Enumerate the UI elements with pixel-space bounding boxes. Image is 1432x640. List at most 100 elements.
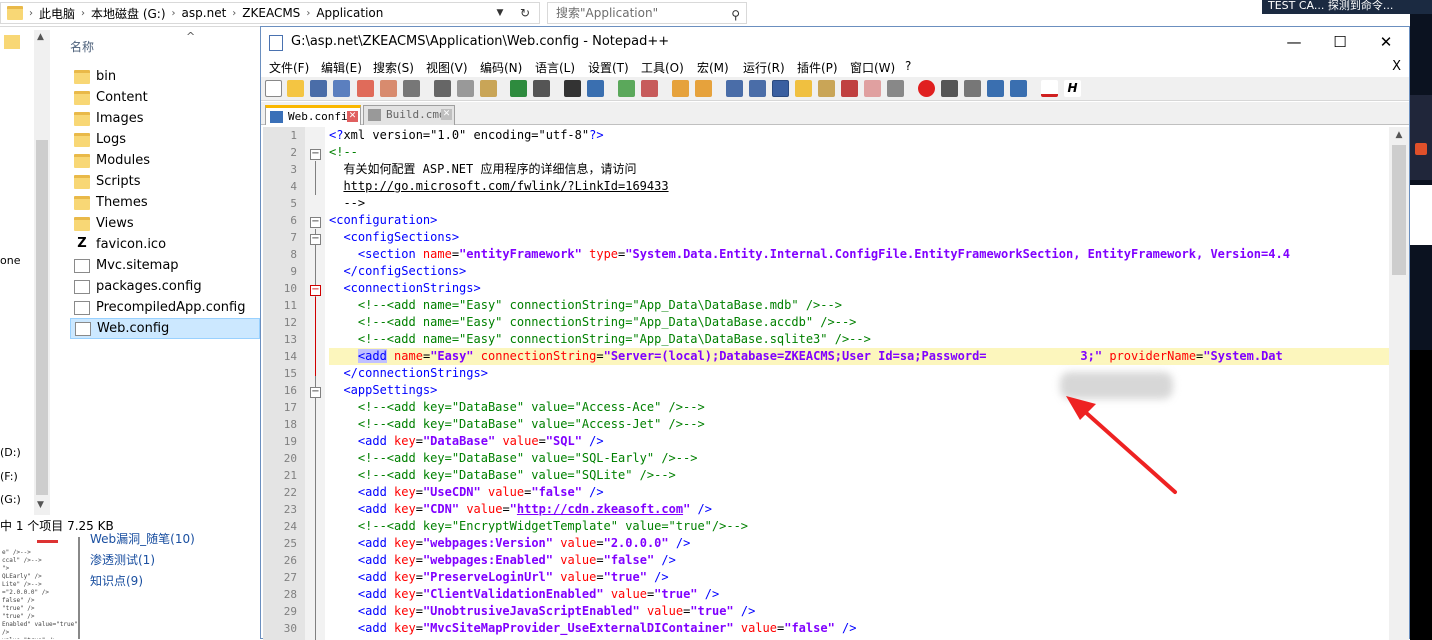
menu-run[interactable]: 运行(R) bbox=[743, 59, 785, 76]
code-line: <section name="entityFramework" type="Sy… bbox=[329, 247, 1290, 261]
search-input[interactable]: 搜索"Application" ⚲ bbox=[547, 2, 747, 24]
print-icon[interactable] bbox=[403, 80, 420, 97]
scrollbar-thumb[interactable] bbox=[36, 140, 48, 495]
close-all-icon[interactable] bbox=[380, 80, 397, 97]
copy-icon[interactable] bbox=[457, 80, 474, 97]
word-wrap-icon[interactable] bbox=[726, 80, 743, 97]
menu-plugins[interactable]: 插件(P) bbox=[797, 59, 838, 76]
tab-build-cmd[interactable]: Build.cmd ✕ bbox=[363, 105, 455, 125]
list-item[interactable]: Views bbox=[70, 213, 260, 234]
function-list-icon[interactable] bbox=[841, 80, 858, 97]
refresh-icon[interactable]: ↻ bbox=[512, 3, 538, 23]
category-link[interactable]: 渗透测试(1) bbox=[90, 550, 195, 571]
save-icon[interactable] bbox=[310, 80, 327, 97]
scrollbar-thumb[interactable] bbox=[1392, 145, 1406, 275]
sync-horizontal-icon[interactable] bbox=[695, 80, 712, 97]
close-document-button[interactable]: X bbox=[1392, 59, 1401, 74]
list-item[interactable]: Zfavicon.ico bbox=[70, 234, 260, 255]
title-bar[interactable]: G:\asp.net\ZKEACMS\Application\Web.confi… bbox=[261, 27, 1409, 57]
list-item[interactable]: PrecompiledApp.config bbox=[70, 297, 260, 318]
nav-drive-g[interactable]: (G:) bbox=[0, 493, 21, 506]
show-all-chars-icon[interactable] bbox=[749, 80, 766, 97]
menu-search[interactable]: 搜索(S) bbox=[373, 59, 414, 76]
chevron-down-icon[interactable]: ▼ bbox=[37, 500, 44, 510]
breadcrumb-item[interactable]: 此电脑 bbox=[33, 5, 81, 22]
list-item[interactable]: Modules bbox=[70, 150, 260, 171]
monitoring-icon[interactable] bbox=[887, 80, 904, 97]
breadcrumb-item[interactable]: Application bbox=[310, 6, 389, 20]
language-icon[interactable] bbox=[795, 80, 812, 97]
undo-icon[interactable] bbox=[510, 80, 527, 97]
category-link[interactable]: Web漏洞_随笔(10) bbox=[90, 529, 195, 550]
list-item[interactable]: Mvc.sitemap bbox=[70, 255, 260, 276]
minimize-button[interactable]: — bbox=[1271, 27, 1317, 57]
breadcrumb-item[interactable]: asp.net bbox=[176, 6, 233, 20]
close-button[interactable]: ✕ bbox=[1363, 27, 1409, 57]
indent-guide-icon[interactable] bbox=[772, 80, 789, 97]
new-file-icon[interactable] bbox=[265, 80, 282, 97]
menu-macro[interactable]: 宏(M) bbox=[697, 59, 729, 76]
breadcrumb-item[interactable]: 本地磁盘 (G:) bbox=[85, 5, 172, 22]
chevron-up-icon[interactable]: ▲ bbox=[37, 32, 44, 42]
nav-item-label[interactable]: one bbox=[0, 254, 20, 267]
zoom-out-icon[interactable] bbox=[641, 80, 658, 97]
menu-encoding[interactable]: 编码(N) bbox=[480, 59, 522, 76]
find-icon[interactable] bbox=[564, 80, 581, 97]
maximize-button[interactable]: ☐ bbox=[1317, 27, 1363, 57]
fold-toggle[interactable]: − bbox=[310, 285, 321, 296]
zoom-in-icon[interactable] bbox=[618, 80, 635, 97]
chevron-up-icon[interactable]: ▲ bbox=[1389, 127, 1409, 143]
close-file-icon[interactable] bbox=[357, 80, 374, 97]
menu-settings[interactable]: 设置(T) bbox=[588, 59, 629, 76]
breadcrumb-item[interactable]: ZKEACMS bbox=[236, 6, 306, 20]
code-editor[interactable]: 1 2 3 4 5 6 7 8 9 10 11 12 13 14 15 16 17 18 19 20 21 22 23 24 2… bbox=[263, 127, 1391, 640]
editor-vertical-scrollbar[interactable]: ▲ bbox=[1389, 127, 1409, 640]
close-icon[interactable]: ✕ bbox=[441, 109, 452, 120]
nav-drive-d[interactable]: (D:) bbox=[0, 446, 21, 459]
fold-toggle[interactable]: − bbox=[310, 234, 321, 245]
sync-vertical-icon[interactable] bbox=[672, 80, 689, 97]
record-macro-icon[interactable] bbox=[918, 80, 935, 97]
run-macro-multiple-icon[interactable] bbox=[987, 80, 1004, 97]
redo-icon[interactable] bbox=[533, 80, 550, 97]
menu-window[interactable]: 窗口(W) bbox=[850, 59, 895, 76]
category-link[interactable]: 知识点(9) bbox=[90, 571, 195, 592]
menu-tools[interactable]: 工具(O) bbox=[641, 59, 684, 76]
menu-file[interactable]: 文件(F) bbox=[269, 59, 309, 76]
favicon-icon: Z bbox=[77, 235, 87, 251]
paste-icon[interactable] bbox=[480, 80, 497, 97]
menu-help[interactable]: ? bbox=[905, 59, 911, 73]
stop-macro-icon[interactable] bbox=[941, 80, 958, 97]
chevron-down-icon[interactable]: ▼ bbox=[490, 3, 510, 23]
doc-map-icon[interactable] bbox=[818, 80, 835, 97]
list-item[interactable]: Images bbox=[70, 108, 260, 129]
fold-toggle[interactable]: − bbox=[310, 217, 321, 228]
list-item[interactable]: Logs bbox=[70, 129, 260, 150]
nav-drive-f[interactable]: (F:) bbox=[0, 470, 18, 483]
menu-view[interactable]: 视图(V) bbox=[426, 59, 468, 76]
cut-icon[interactable] bbox=[434, 80, 451, 97]
list-item-selected[interactable]: Web.config bbox=[70, 318, 260, 339]
list-item[interactable]: packages.config bbox=[70, 276, 260, 297]
list-item[interactable]: Themes bbox=[70, 192, 260, 213]
address-bar[interactable]: › 此电脑 › 本地磁盘 (G:) › asp.net › ZKEACMS › … bbox=[0, 2, 540, 24]
close-icon[interactable]: ✕ bbox=[347, 111, 358, 122]
list-item[interactable]: Content bbox=[70, 87, 260, 108]
replace-icon[interactable] bbox=[587, 80, 604, 97]
hex-editor-icon[interactable]: H bbox=[1064, 80, 1081, 97]
open-file-icon[interactable] bbox=[287, 80, 304, 97]
column-header-name[interactable]: 名称 bbox=[70, 38, 94, 55]
spell-check-icon[interactable] bbox=[1041, 80, 1058, 97]
save-macro-icon[interactable] bbox=[1010, 80, 1027, 97]
list-item[interactable]: bin bbox=[70, 66, 260, 87]
tab-web-config[interactable]: Web.config ✕ bbox=[265, 105, 361, 125]
fold-toggle[interactable]: − bbox=[310, 149, 321, 160]
list-item[interactable]: Scripts bbox=[70, 171, 260, 192]
folder-workspace-icon[interactable] bbox=[864, 80, 881, 97]
save-all-icon[interactable] bbox=[333, 80, 350, 97]
play-macro-icon[interactable] bbox=[964, 80, 981, 97]
nav-scrollbar[interactable]: ▲ ▼ bbox=[34, 30, 50, 515]
menu-language[interactable]: 语言(L) bbox=[535, 59, 575, 76]
menu-edit[interactable]: 编辑(E) bbox=[321, 59, 362, 76]
fold-toggle[interactable]: − bbox=[310, 387, 321, 398]
